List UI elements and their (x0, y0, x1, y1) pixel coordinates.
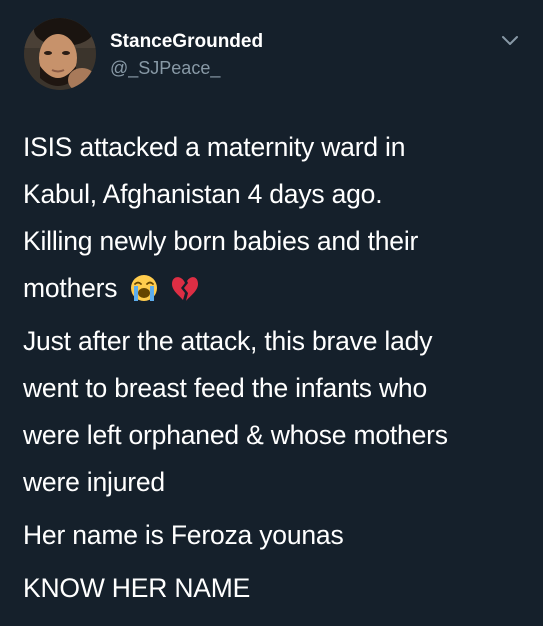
text-line: Killing newly born babies and their (23, 226, 419, 256)
text-line: Her name is Feroza younas (23, 520, 344, 550)
text-line: were left orphaned & whose mothers (23, 420, 448, 450)
text-line: Just after the attack, this brave lady (23, 326, 433, 356)
tweet-paragraph: Just after the attack, this brave lady w… (23, 318, 528, 506)
author-display-name[interactable]: StanceGrounded (110, 31, 263, 53)
text-line: mothers (23, 273, 118, 303)
text-line: KNOW HER NAME (23, 573, 251, 603)
chevron-down-icon[interactable] (500, 34, 520, 48)
tweet-paragraph: Her name is Feroza younas (23, 512, 528, 559)
text-line: ISIS attacked a maternity ward in (23, 132, 406, 162)
loudly-crying-face-emoji (129, 271, 159, 301)
tweet-paragraph: ISIS attacked a maternity ward in Kabul,… (23, 124, 528, 312)
avatar[interactable] (24, 18, 96, 90)
tweet-text: ISIS attacked a maternity ward in Kabul,… (23, 124, 528, 612)
tweet-paragraph: KNOW HER NAME (23, 565, 528, 612)
author-handle[interactable]: @_SJPeace_ (110, 58, 220, 79)
text-line: went to breast feed the infants who (23, 373, 428, 403)
text-line: were injured (23, 467, 165, 497)
text-line-with-emoji: mothers (23, 265, 528, 312)
text-line: Kabul, Afghanistan 4 days ago. (23, 179, 383, 209)
avatar-image (24, 18, 96, 90)
tweet-card: StanceGrounded @_SJPeace_ ISIS attacked … (0, 0, 543, 626)
broken-heart-emoji (170, 271, 200, 301)
